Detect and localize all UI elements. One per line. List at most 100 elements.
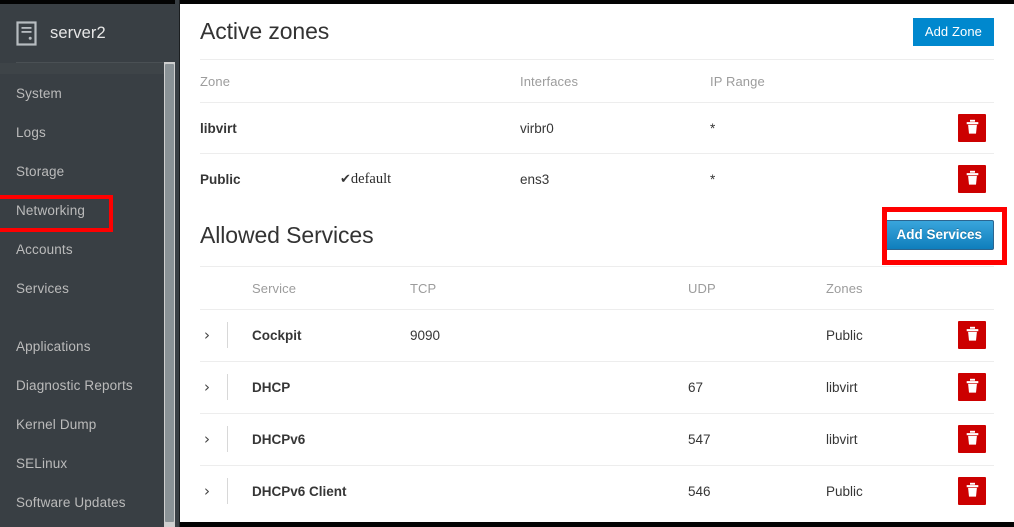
trash-icon xyxy=(965,430,980,449)
trash-icon xyxy=(965,482,980,501)
trash-icon xyxy=(965,378,980,397)
table-row[interactable]: › DHCPv6 547 libvirt xyxy=(200,412,994,465)
chevron-right-icon[interactable]: › xyxy=(200,431,214,447)
add-services-button[interactable]: Add Services xyxy=(884,219,994,251)
active-zones-table: Zone Interfaces IP Range libvirt virbr0 xyxy=(200,60,994,205)
column-header-interfaces: Interfaces xyxy=(520,74,579,89)
active-zones-title: Active zones xyxy=(200,18,330,44)
sidebar-item-services[interactable]: Services xyxy=(0,269,180,308)
service-tcp xyxy=(410,464,688,517)
sidebar-border xyxy=(179,0,180,527)
sidebar-item-system[interactable]: System xyxy=(0,74,180,113)
sidebar-scrollbar-thumb[interactable] xyxy=(165,64,174,522)
delete-zone-button[interactable] xyxy=(958,165,986,194)
brand-host[interactable]: server2 xyxy=(0,4,180,62)
column-header-default xyxy=(340,60,520,103)
table-row[interactable]: libvirt virbr0 * xyxy=(200,102,994,154)
sidebar-item-selinux[interactable]: SELinux xyxy=(0,444,180,483)
table-row[interactable]: › Cockpit 9090 Public xyxy=(200,308,994,361)
firewall-page: Active zones Add Zone Zone Interfaces IP… xyxy=(180,4,1014,517)
zone-default-badge xyxy=(340,102,520,154)
delete-service-button[interactable] xyxy=(958,373,986,401)
main-content: Active zones Add Zone Zone Interfaces IP… xyxy=(180,0,1014,527)
table-row[interactable]: › DHCP 67 libvirt xyxy=(200,360,994,413)
column-header-service-actions xyxy=(944,267,994,310)
column-header-ip-range: IP Range xyxy=(710,74,765,89)
row-divider xyxy=(227,426,228,452)
column-header-zones: Zones xyxy=(826,280,863,296)
service-zones: Public xyxy=(826,308,944,361)
sidebar-item-label: System xyxy=(16,86,62,101)
service-actions xyxy=(944,308,994,361)
sidebar-item-logs[interactable]: Logs xyxy=(0,113,180,152)
sidebar-item-label: Applications xyxy=(16,339,91,354)
service-actions xyxy=(944,464,994,517)
row-divider xyxy=(227,374,228,400)
sidebar-item-kernel-dump[interactable]: Kernel Dump xyxy=(0,405,180,444)
sidebar-item-software-updates[interactable]: Software Updates xyxy=(0,483,180,522)
sidebar-item-label: Storage xyxy=(16,164,65,179)
sidebar: server2 System Logs Storage Networking A… xyxy=(0,0,180,527)
service-zones: libvirt xyxy=(826,360,944,413)
sidebar-item-applications[interactable]: Applications xyxy=(0,327,180,366)
table-row[interactable]: › DHCPv6 Client 546 Public xyxy=(200,464,994,517)
host-name-label: server2 xyxy=(50,23,106,42)
zone-actions xyxy=(890,102,994,154)
column-header-zone: Zone xyxy=(200,74,231,89)
service-expander-cell[interactable]: › xyxy=(200,308,252,361)
service-name: Cockpit xyxy=(252,308,410,361)
service-tcp xyxy=(410,360,688,413)
column-header-tcp: TCP xyxy=(410,280,437,296)
service-expander-cell[interactable]: › xyxy=(200,360,252,413)
sidebar-item-networking[interactable]: Networking xyxy=(0,191,180,230)
allowed-services-table: Service TCP UDP Zones › Cockpit 9090 Pub… xyxy=(200,267,994,517)
delete-service-button[interactable] xyxy=(958,321,986,349)
column-header-udp: UDP xyxy=(688,280,716,296)
sidebar-item-label: Software Updates xyxy=(16,495,126,510)
trash-icon xyxy=(965,119,980,138)
sidebar-item-accounts[interactable]: Accounts xyxy=(0,230,180,269)
zone-interfaces: virbr0 xyxy=(520,102,710,154)
check-icon: ✔ xyxy=(340,171,351,187)
service-actions xyxy=(944,360,994,413)
service-udp: 547 xyxy=(688,412,826,465)
sidebar-item-diagnostic-reports[interactable]: Diagnostic Reports xyxy=(0,366,180,405)
server-icon xyxy=(16,20,37,46)
active-zones-actions: Add Zone xyxy=(912,17,994,46)
delete-service-button[interactable] xyxy=(958,477,986,505)
sidebar-item-storage[interactable]: Storage xyxy=(0,152,180,191)
service-expander-cell[interactable]: › xyxy=(200,464,252,517)
sidebar-item-label: SELinux xyxy=(16,456,68,471)
allowed-services-header-row: Service TCP UDP Zones xyxy=(200,267,994,310)
zone-name: libvirt xyxy=(200,102,340,154)
chevron-right-icon[interactable]: › xyxy=(200,327,214,343)
zone-actions xyxy=(890,153,994,205)
sidebar-item-label: Diagnostic Reports xyxy=(16,378,133,393)
trash-icon xyxy=(965,170,980,189)
add-zone-button[interactable]: Add Zone xyxy=(912,17,994,46)
delete-service-button[interactable] xyxy=(958,425,986,453)
service-udp xyxy=(688,308,826,361)
service-tcp xyxy=(410,412,688,465)
sidebar-nav: System Logs Storage Networking Accounts … xyxy=(0,74,180,522)
active-zones-header-row: Zone Interfaces IP Range xyxy=(200,60,994,103)
delete-zone-button[interactable] xyxy=(958,114,986,142)
sidebar-item-label: Services xyxy=(16,281,69,296)
column-header-expander xyxy=(200,267,252,310)
zone-ip-range: * xyxy=(710,102,890,154)
table-row[interactable]: Public ✔default ens3 * xyxy=(200,153,994,205)
chevron-right-icon[interactable]: › xyxy=(200,379,214,395)
allowed-services-actions: Add Services xyxy=(882,206,1007,265)
service-name: DHCP xyxy=(252,360,410,413)
service-tcp: 9090 xyxy=(410,308,688,361)
zone-default-label: default xyxy=(350,170,392,187)
allowed-services-title: Allowed Services xyxy=(200,221,374,248)
zone-interfaces: ens3 xyxy=(520,153,710,205)
cockpit-window: server2 System Logs Storage Networking A… xyxy=(0,0,1014,527)
service-zones: Public xyxy=(826,464,944,517)
row-divider xyxy=(227,478,228,504)
chevron-right-icon[interactable]: › xyxy=(200,483,214,499)
sidebar-item-label: Kernel Dump xyxy=(16,417,97,432)
service-expander-cell[interactable]: › xyxy=(200,412,252,465)
